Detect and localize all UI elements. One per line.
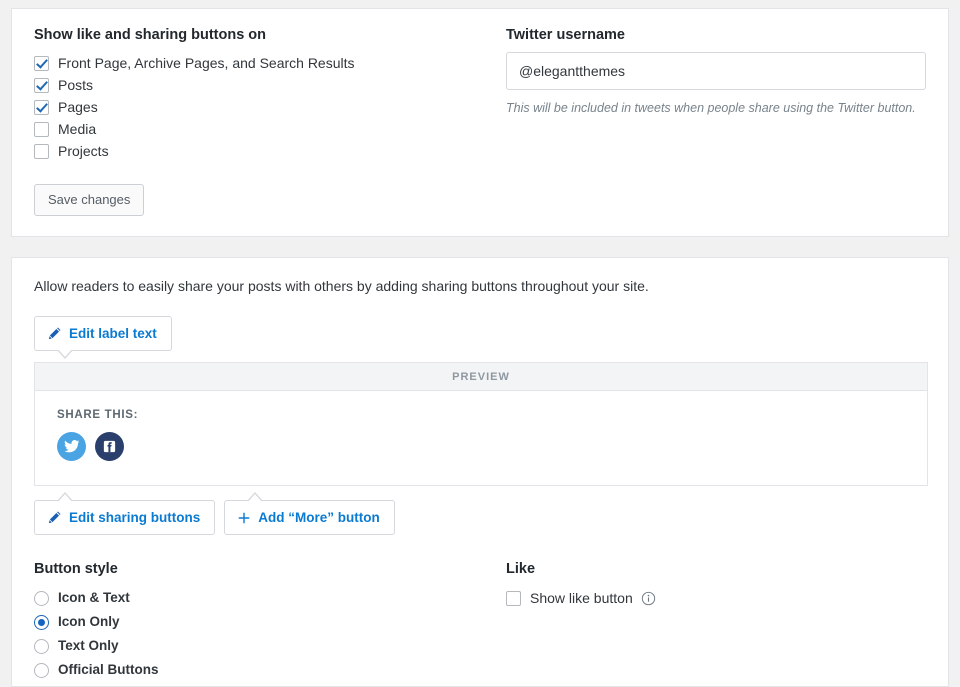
sharing-visibility-card: Show like and sharing buttons on Front P… xyxy=(11,8,949,237)
button-style-title: Button style xyxy=(34,561,506,577)
twitter-username-help: This will be included in tweets when peo… xyxy=(506,99,918,118)
radio-icon-and-text[interactable] xyxy=(34,591,49,606)
checkbox-projects[interactable] xyxy=(34,144,49,159)
twitter-username-title: Twitter username xyxy=(506,27,926,43)
sharing-intro-text: Allow readers to easily share your posts… xyxy=(34,278,926,294)
checkbox-label-front-page: Front Page, Archive Pages, and Search Re… xyxy=(58,52,355,74)
checkbox-row-front-page[interactable]: Front Page, Archive Pages, and Search Re… xyxy=(34,52,506,74)
add-more-button[interactable]: Add “More” button xyxy=(224,500,394,535)
like-column: Like Show like button xyxy=(506,561,926,682)
checkbox-row-projects[interactable]: Projects xyxy=(34,140,506,162)
edit-label-text-label: Edit label text xyxy=(69,327,157,341)
preview-body: SHARE THIS: xyxy=(35,391,927,485)
checkbox-label-projects: Projects xyxy=(58,140,109,162)
radio-label-text-only: Text Only xyxy=(58,634,119,658)
add-more-label: Add “More” button xyxy=(258,511,379,525)
info-icon[interactable] xyxy=(641,591,656,606)
radio-row-official-buttons[interactable]: Official Buttons xyxy=(34,658,506,682)
twitter-share-icon[interactable] xyxy=(57,432,86,461)
radio-row-icon-and-text[interactable]: Icon & Text xyxy=(34,586,506,610)
sharing-preview-box: PREVIEW SHARE THIS: xyxy=(34,362,928,486)
preview-header-label: PREVIEW xyxy=(35,363,927,391)
card-divider xyxy=(11,237,949,257)
button-style-column: Button style Icon & Text Icon Only Text … xyxy=(34,561,506,682)
checkbox-row-media[interactable]: Media xyxy=(34,118,506,140)
show-on-column: Show like and sharing buttons on Front P… xyxy=(34,27,506,216)
checkbox-label-show-like-button: Show like button xyxy=(530,587,633,609)
like-title: Like xyxy=(506,561,926,577)
checkbox-show-like-button[interactable] xyxy=(506,591,521,606)
checkbox-label-media: Media xyxy=(58,118,96,140)
radio-label-official-buttons: Official Buttons xyxy=(58,658,159,682)
checkbox-front-page[interactable] xyxy=(34,56,49,71)
edit-label-text-button[interactable]: Edit label text xyxy=(34,316,172,351)
share-icon-list xyxy=(57,432,905,461)
pencil-icon xyxy=(47,326,62,341)
plus-icon xyxy=(237,511,251,525)
radio-row-text-only[interactable]: Text Only xyxy=(34,634,506,658)
settings-page: Show like and sharing buttons on Front P… xyxy=(0,0,960,683)
edit-sharing-buttons-button[interactable]: Edit sharing buttons xyxy=(34,500,215,535)
radio-text-only[interactable] xyxy=(34,639,49,654)
checkbox-media[interactable] xyxy=(34,122,49,137)
pencil-icon xyxy=(47,510,62,525)
checkbox-label-pages: Pages xyxy=(58,96,98,118)
radio-official-buttons[interactable] xyxy=(34,663,49,678)
checkbox-row-pages[interactable]: Pages xyxy=(34,96,506,118)
checkbox-pages[interactable] xyxy=(34,100,49,115)
save-changes-button[interactable]: Save changes xyxy=(34,184,144,216)
share-this-label: SHARE THIS: xyxy=(57,409,905,421)
sharing-buttons-card: Allow readers to easily share your posts… xyxy=(11,257,949,687)
radio-label-icon-and-text: Icon & Text xyxy=(58,586,130,610)
twitter-username-column: Twitter username This will be included i… xyxy=(506,27,926,118)
twitter-username-input[interactable] xyxy=(506,52,926,90)
button-style-and-like-row: Button style Icon & Text Icon Only Text … xyxy=(34,561,926,682)
radio-icon-only[interactable] xyxy=(34,615,49,630)
facebook-share-icon[interactable] xyxy=(95,432,124,461)
checkbox-row-show-like-button[interactable]: Show like button xyxy=(506,586,926,610)
show-on-title: Show like and sharing buttons on xyxy=(34,27,506,43)
checkbox-label-posts: Posts xyxy=(58,74,93,96)
edit-sharing-buttons-label: Edit sharing buttons xyxy=(69,511,200,525)
radio-label-icon-only: Icon Only xyxy=(58,610,120,634)
radio-row-icon-only[interactable]: Icon Only xyxy=(34,610,506,634)
preview-action-buttons: Edit sharing buttons Add “More” button xyxy=(34,500,926,535)
checkbox-row-posts[interactable]: Posts xyxy=(34,74,506,96)
checkbox-posts[interactable] xyxy=(34,78,49,93)
